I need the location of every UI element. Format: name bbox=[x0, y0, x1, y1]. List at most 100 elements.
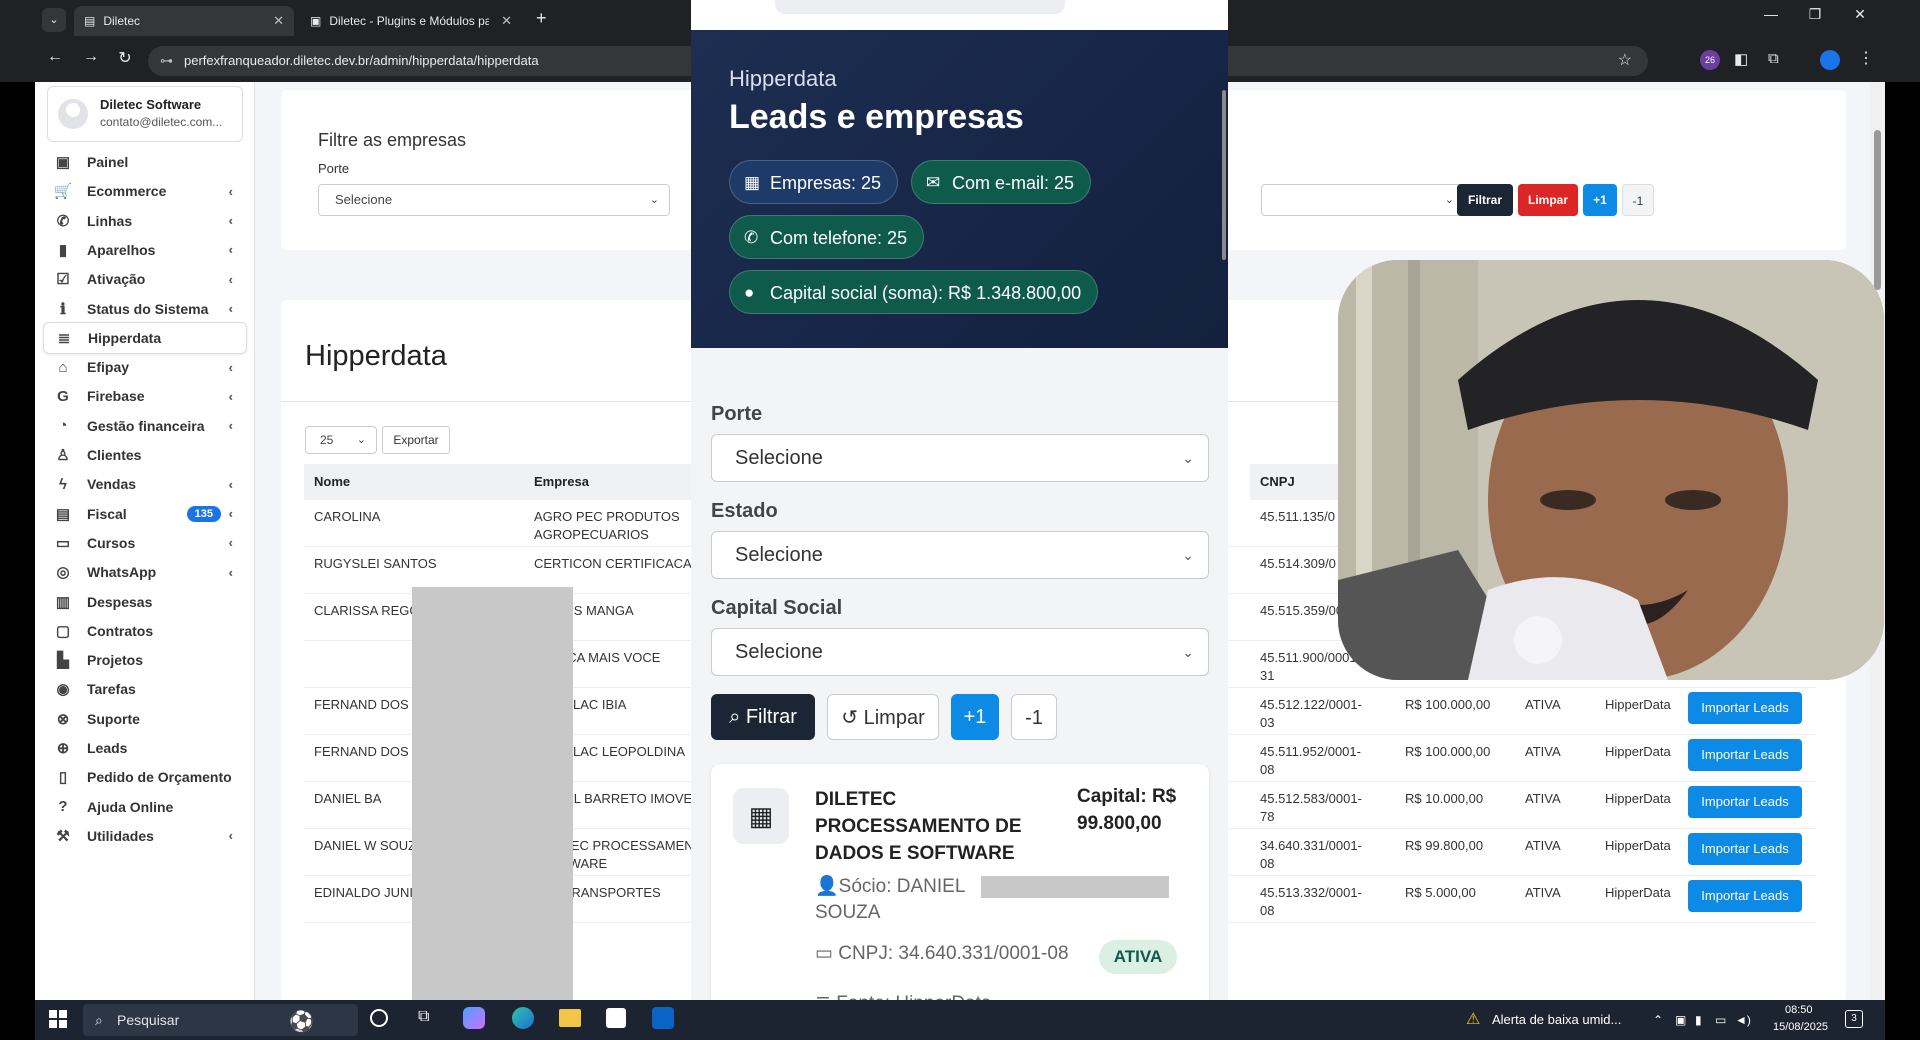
sidebar-item-aparelhos[interactable]: ▮ Aparelhos ‹ bbox=[43, 234, 247, 266]
sidebar-item-clientes[interactable]: ♙ Clientes bbox=[43, 439, 247, 471]
sidebar-item-contratos[interactable]: ▢ Contratos bbox=[43, 615, 247, 647]
new-tab-icon[interactable]: + bbox=[536, 8, 547, 29]
sidebar-item-despesas[interactable]: ▥ Despesas bbox=[43, 586, 247, 618]
import-leads-button[interactable]: Importar Leads bbox=[1688, 833, 1802, 865]
tab-diletec[interactable]: ▤ Diletec ✕ bbox=[74, 6, 294, 36]
tab-list-dropdown-icon[interactable]: ⌄ bbox=[42, 8, 66, 32]
scrollbar-thumb[interactable] bbox=[1874, 130, 1881, 290]
minus-one-button[interactable]: -1 bbox=[1011, 694, 1057, 740]
lead-card[interactable]: ▦ DILETEC PROCESSAMENTO DE DADOS E SOFTW… bbox=[711, 764, 1209, 1030]
export-button[interactable]: Exportar bbox=[382, 426, 450, 454]
import-leads-button[interactable]: Importar Leads bbox=[1688, 880, 1802, 912]
sidebar-item-hipperdata[interactable]: ≣ Hipperdata bbox=[43, 321, 247, 354]
tab-plugins[interactable]: ▣ Diletec - Plugins e Módulos par ✕ bbox=[300, 6, 522, 36]
capital-social-select[interactable]: Selecione ⌄ bbox=[711, 628, 1209, 676]
sidebar-item-firebase[interactable]: G Firebase ‹ bbox=[43, 380, 247, 412]
device-icon: ▮ bbox=[58, 241, 68, 259]
sidebar-item-projetos[interactable]: ▙ Projetos bbox=[43, 644, 247, 676]
tray-icon[interactable]: ▣ bbox=[1675, 1000, 1686, 1040]
sidebar-item-label: Utilidades bbox=[87, 827, 154, 844]
outlook-icon[interactable] bbox=[652, 1007, 674, 1029]
reload-icon[interactable]: ↻ bbox=[112, 48, 138, 68]
capital-select[interactable]: ⌄ bbox=[1261, 184, 1465, 216]
taskbar-search[interactable]: ⌕ Pesquisar ⚽ bbox=[83, 1004, 358, 1036]
user-profile-box[interactable]: Diletec Software contato@diletec.com... bbox=[47, 86, 243, 142]
sidebar-item-status-do-sistema[interactable]: ℹ Status do Sistema ‹ bbox=[43, 293, 247, 325]
chevron-down-icon: ⌄ bbox=[1444, 194, 1454, 206]
profile-icon[interactable] bbox=[1820, 50, 1840, 70]
copilot-icon[interactable] bbox=[463, 1007, 485, 1029]
hero-banner: Hipperdata Leads e empresas ▦ Empresas: 2… bbox=[691, 30, 1228, 348]
estado-select[interactable]: Selecione ⌄ bbox=[711, 531, 1209, 579]
clear-button[interactable]: ↺ Limpar bbox=[827, 694, 939, 740]
restore-icon[interactable]: ❐ bbox=[1800, 6, 1830, 23]
plus-one-button[interactable]: +1 bbox=[1583, 184, 1617, 216]
close-tab-icon[interactable]: ✕ bbox=[501, 13, 512, 29]
clock-date[interactable]: 15/08/2025 bbox=[1773, 1021, 1828, 1033]
edge-icon[interactable] bbox=[512, 1007, 534, 1029]
clock-time[interactable]: 08:50 bbox=[1785, 1004, 1813, 1016]
sidebar-item-ajuda-online[interactable]: ? Ajuda Online bbox=[43, 791, 247, 823]
sidebar-item-whatsapp[interactable]: ◎ WhatsApp ‹ bbox=[43, 556, 247, 588]
chevron-up-icon[interactable]: ⌃ bbox=[1653, 1000, 1663, 1040]
import-leads-button[interactable]: Importar Leads bbox=[1688, 786, 1802, 818]
plus-one-button[interactable]: +1 bbox=[951, 694, 999, 740]
page-size-select[interactable]: 25 ⌄ bbox=[305, 426, 377, 454]
tab-title: Diletec bbox=[103, 14, 141, 28]
sidebar-item-utilidades[interactable]: ⚒ Utilidades ‹ bbox=[43, 820, 247, 852]
filter-button[interactable]: Filtrar bbox=[1457, 184, 1513, 216]
notifications-icon[interactable]: 3 bbox=[1845, 1010, 1863, 1028]
sidebar-item-ativa-o[interactable]: ☑ Ativação ‹ bbox=[43, 263, 247, 295]
porte-select[interactable]: Selecione ⌄ bbox=[711, 434, 1209, 482]
sidebar-item-tarefas[interactable]: ◉ Tarefas bbox=[43, 673, 247, 705]
crosshair-icon: ⊕ bbox=[56, 740, 70, 757]
sidebar-item-linhas[interactable]: ✆ Linhas ‹ bbox=[43, 205, 247, 237]
site-info-icon[interactable]: ⊶ bbox=[160, 46, 173, 76]
sidebar-item-leads[interactable]: ⊕ Leads bbox=[43, 732, 247, 764]
sidebar-item-gest-o-financeira[interactable]: ◔ Gestão financeira ‹ bbox=[43, 410, 247, 442]
sidebar-item-label: WhatsApp bbox=[87, 564, 157, 581]
sidebar-item-suporte[interactable]: ⊗ Suporte bbox=[43, 703, 247, 735]
column-header-nome[interactable]: Nome bbox=[304, 464, 524, 500]
extension2-icon[interactable]: ◧ bbox=[1734, 50, 1748, 68]
whatsapp-icon: ◎ bbox=[56, 564, 70, 582]
browser-menu-icon[interactable]: ⋮ bbox=[1858, 48, 1874, 68]
undo-icon: ↺ bbox=[841, 707, 859, 729]
volume-icon[interactable]: ◄) bbox=[1735, 1000, 1751, 1040]
import-leads-button[interactable]: Importar Leads bbox=[1688, 739, 1802, 771]
check-circle-icon: ◉ bbox=[56, 681, 70, 699]
mobile-scrollbar[interactable] bbox=[1222, 90, 1226, 260]
file-explorer-icon[interactable] bbox=[559, 1009, 581, 1027]
extensions-puzzle-icon[interactable]: ⧉ bbox=[1768, 50, 1779, 67]
sidebar-item-painel[interactable]: ▣ Painel bbox=[43, 146, 247, 178]
sidebar-item-fiscal[interactable]: ▤ Fiscal 135 ‹ bbox=[43, 498, 247, 530]
windows-start-icon[interactable] bbox=[49, 1010, 67, 1028]
minus-one-button[interactable]: -1 bbox=[1622, 184, 1654, 216]
mobile-search-pill[interactable] bbox=[775, 0, 1065, 14]
minimize-icon[interactable]: — bbox=[1756, 6, 1786, 22]
sidebar-item-ecommerce[interactable]: 🛒 Ecommerce ‹ bbox=[43, 175, 247, 207]
close-tab-icon[interactable]: ✕ bbox=[273, 13, 284, 29]
sidebar-item-vendas[interactable]: ϟ Vendas ‹ bbox=[43, 468, 247, 500]
mobile-top-bar bbox=[691, 0, 1228, 30]
sidebar-item-cursos[interactable]: ▭ Cursos ‹ bbox=[43, 527, 247, 559]
task-view-icon[interactable]: ⧉ bbox=[418, 1008, 429, 1026]
warning-icon[interactable]: ⚠ bbox=[1466, 1000, 1480, 1040]
store-icon[interactable] bbox=[606, 1008, 626, 1028]
bookmark-star-icon[interactable]: ☆ bbox=[1618, 46, 1632, 76]
sidebar-item-efipay[interactable]: ⌂ Efipay ‹ bbox=[43, 351, 247, 383]
import-leads-button[interactable]: Importar Leads bbox=[1688, 692, 1802, 724]
forward-icon[interactable]: → bbox=[78, 48, 104, 66]
bank-icon: ⌂ bbox=[58, 358, 68, 376]
extension-icon[interactable]: 26 bbox=[1700, 50, 1720, 70]
microphone-icon[interactable]: ▮ bbox=[1695, 1000, 1702, 1040]
back-icon[interactable]: ← bbox=[42, 48, 68, 66]
filter-button[interactable]: ⌕ Filtrar bbox=[711, 694, 815, 740]
humidity-alert[interactable]: Alerta de baixa umid... bbox=[1492, 1000, 1621, 1040]
close-window-icon[interactable]: ✕ bbox=[1845, 6, 1875, 23]
porte-select[interactable]: Selecione ⌄ bbox=[318, 184, 670, 216]
clear-button[interactable]: Limpar bbox=[1518, 184, 1578, 216]
network-icon[interactable]: ▭ bbox=[1715, 1000, 1726, 1040]
sidebar-item-pedido-de-or-amento[interactable]: ▯ Pedido de Orçamento bbox=[43, 761, 247, 793]
cortana-icon[interactable] bbox=[370, 1009, 388, 1027]
